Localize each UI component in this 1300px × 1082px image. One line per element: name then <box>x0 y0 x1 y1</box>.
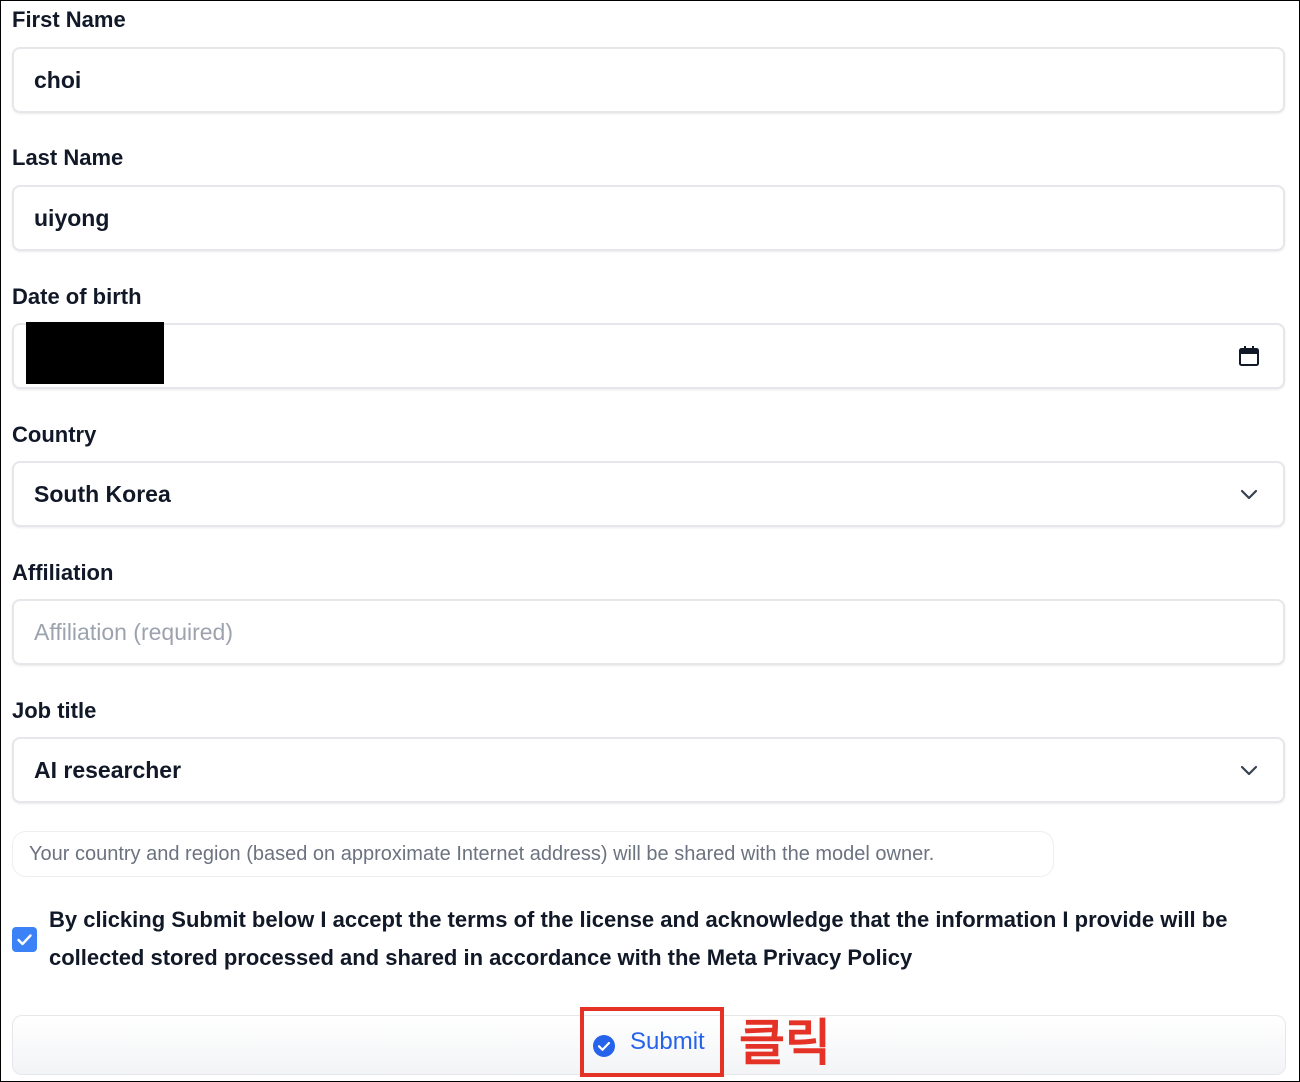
date-of-birth-label: Date of birth <box>12 284 142 309</box>
chevron-down-icon <box>1240 765 1258 776</box>
last-name-label: Last Name <box>12 145 124 170</box>
first-name-input[interactable]: choi <box>12 47 1285 113</box>
first-name-label: First Name <box>12 7 126 32</box>
calendar-icon[interactable] <box>1237 344 1261 368</box>
country-value: South Korea <box>34 481 171 507</box>
check-circle-icon <box>593 1035 615 1057</box>
consent-text: By clicking Submit below I accept the te… <box>49 907 1228 970</box>
click-annotation: 클릭 <box>739 1015 831 1071</box>
form-container: First Name choi Last Name uiyong Date of… <box>0 0 1300 1082</box>
job-title-value: AI researcher <box>34 757 182 783</box>
check-icon <box>17 934 32 946</box>
country-label: Country <box>12 422 97 447</box>
job-title-select[interactable]: AI researcher <box>12 737 1285 803</box>
date-of-birth-input[interactable] <box>12 322 1285 389</box>
last-name-input[interactable]: uiyong <box>12 185 1285 251</box>
chevron-down-icon <box>1240 489 1258 500</box>
consent-checkbox[interactable] <box>12 927 37 952</box>
last-name-value: uiyong <box>34 205 110 231</box>
job-title-label: Job title <box>12 698 97 723</box>
first-name-value: choi <box>34 67 82 93</box>
country-select[interactable]: South Korea <box>12 461 1285 527</box>
submit-label: Submit <box>630 1028 705 1055</box>
affiliation-label: Affiliation <box>12 560 114 585</box>
privacy-notice: Your country and region (based on approx… <box>12 831 1054 877</box>
privacy-notice-text: Your country and region (based on approx… <box>29 843 935 865</box>
redacted-value <box>26 322 164 384</box>
affiliation-placeholder: Affiliation (required) <box>34 619 234 645</box>
submit-button[interactable]: Submit <box>580 1007 724 1077</box>
affiliation-input[interactable]: Affiliation (required) <box>12 599 1285 665</box>
